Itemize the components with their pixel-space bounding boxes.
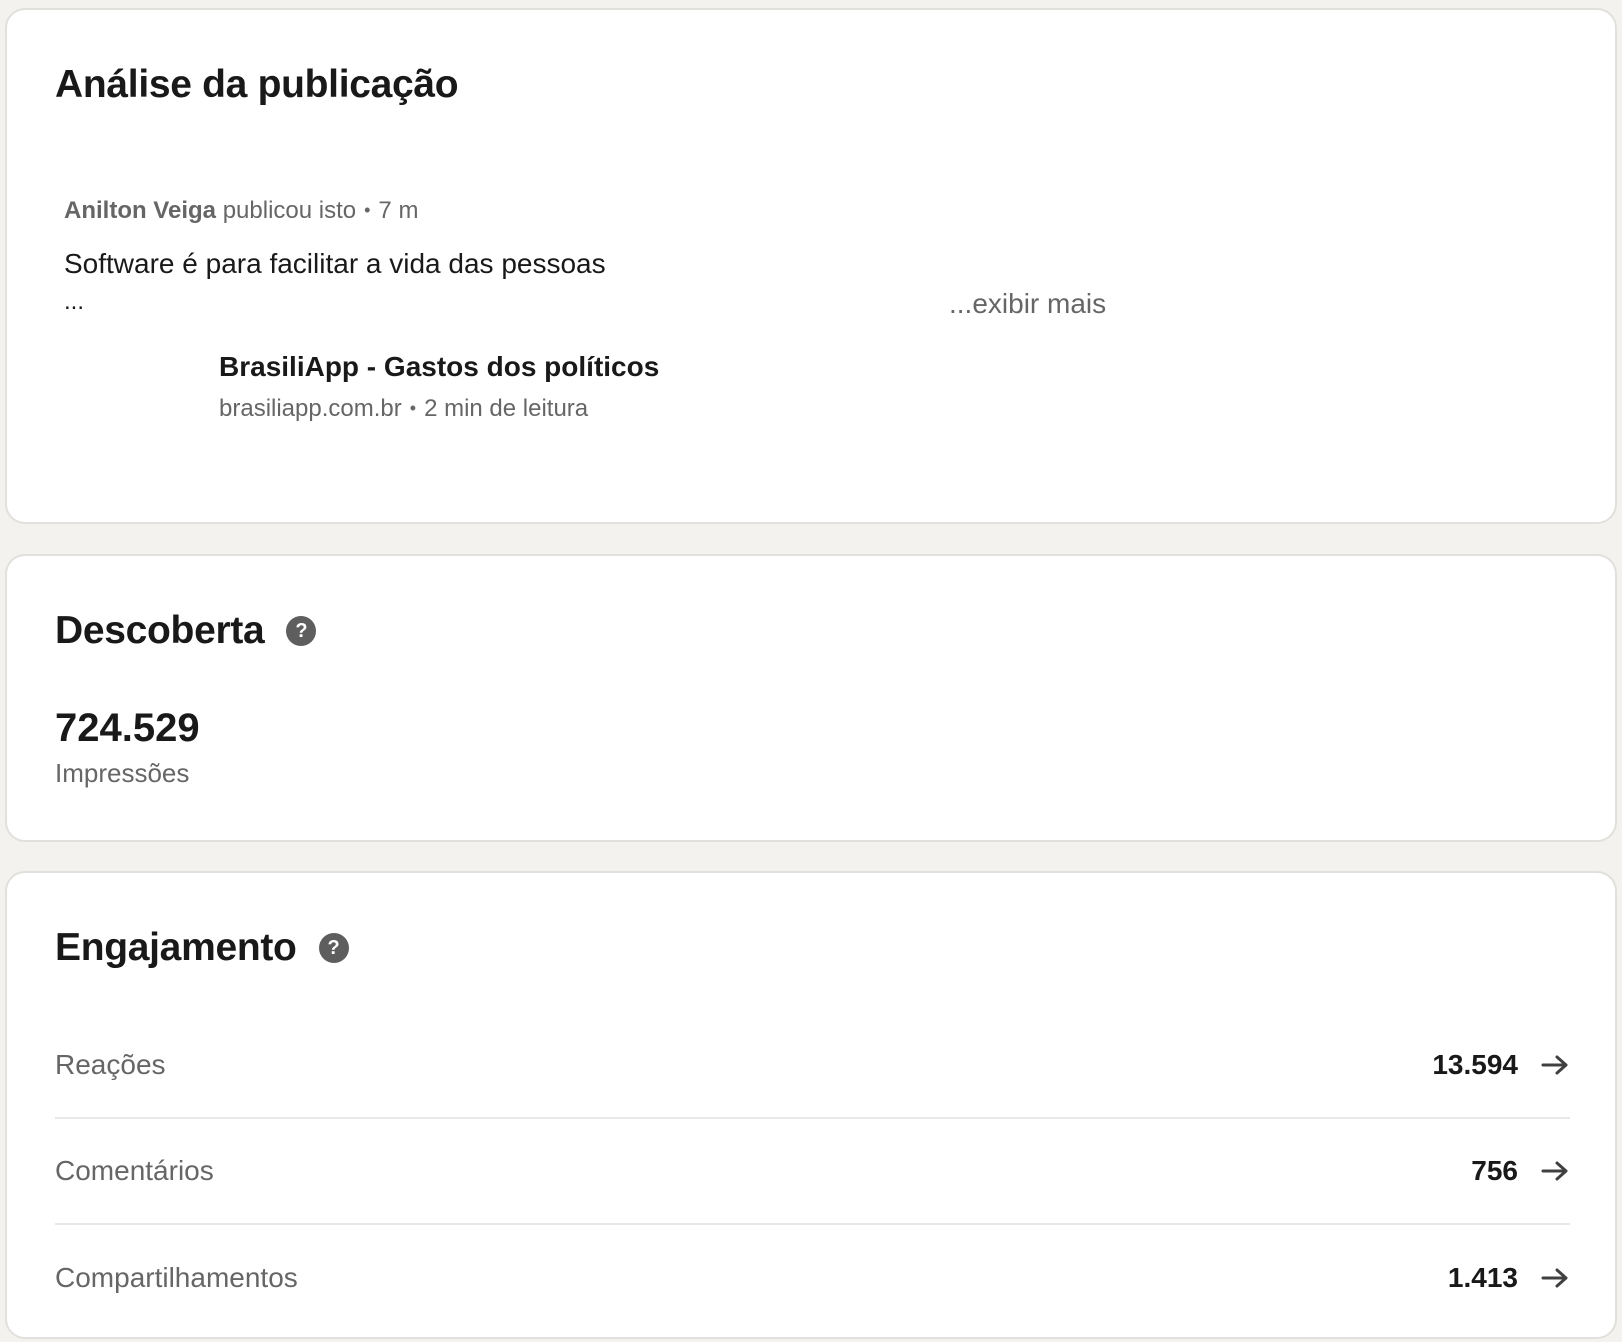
impressions-value: 724.529 — [55, 706, 200, 750]
arrow-right-icon[interactable] — [1540, 1050, 1570, 1080]
post-analysis-card: Análise da publicação Anilton Veiga publ… — [5, 8, 1617, 524]
separator-dot: • — [409, 398, 417, 418]
impressions-label: Impressões — [55, 758, 190, 788]
metric-label: Reações — [55, 1049, 166, 1080]
metric-right: 1.413 — [1448, 1262, 1570, 1294]
question-circle-icon[interactable]: ? — [286, 616, 317, 646]
question-circle-icon[interactable]: ? — [318, 933, 349, 963]
discovery-card: Descoberta ? 724.529 Impressões — [5, 554, 1617, 842]
article-read-time: 2 min de leitura — [424, 395, 589, 422]
arrow-right-icon[interactable] — [1540, 1156, 1570, 1186]
post-text: Software é para facilitar a vida das pes… — [64, 248, 606, 279]
metric-row-shares[interactable]: Compartilhamentos 1.413 — [55, 1225, 1570, 1331]
article-meta: brasiliapp.com.br • 2 min de leitura — [219, 395, 588, 423]
separator-dot: • — [364, 200, 371, 220]
show-more-link[interactable]: ...exibir mais — [949, 288, 1106, 320]
engagement-card: Engajamento ? Reações 13.594 Comentários… — [5, 871, 1617, 1339]
discovery-title: Descoberta — [55, 609, 265, 652]
metric-value: 756 — [1471, 1155, 1518, 1186]
article-title[interactable]: BrasiliApp - Gastos dos políticos — [219, 351, 659, 383]
metric-right: 13.594 — [1432, 1049, 1570, 1081]
metric-right: 756 — [1471, 1155, 1570, 1187]
engagement-title: Engajamento — [55, 926, 297, 969]
post-action: publicou isto — [222, 197, 357, 224]
post-meta: Anilton Veiga publicou isto • 7 m — [64, 197, 418, 225]
post-author[interactable]: Anilton Veiga — [64, 197, 216, 224]
post-time: 7 m — [378, 197, 419, 224]
page-title: Análise da publicação — [55, 63, 459, 106]
post-ellipsis: ... — [64, 288, 85, 315]
metric-value: 1.413 — [1447, 1262, 1518, 1293]
metric-row-reactions[interactable]: Reações 13.594 — [55, 1013, 1570, 1119]
discovery-header: Descoberta ? — [55, 609, 317, 653]
metric-row-comments[interactable]: Comentários 756 — [55, 1119, 1570, 1225]
engagement-metrics-list: Reações 13.594 Comentários 756 Compartil… — [55, 1013, 1570, 1331]
metric-label: Comentários — [55, 1155, 214, 1186]
engagement-header: Engajamento ? — [55, 926, 349, 970]
arrow-right-icon[interactable] — [1540, 1263, 1570, 1293]
metric-label: Compartilhamentos — [55, 1262, 298, 1293]
article-domain: brasiliapp.com.br — [219, 395, 402, 422]
metric-value: 13.594 — [1432, 1049, 1518, 1080]
